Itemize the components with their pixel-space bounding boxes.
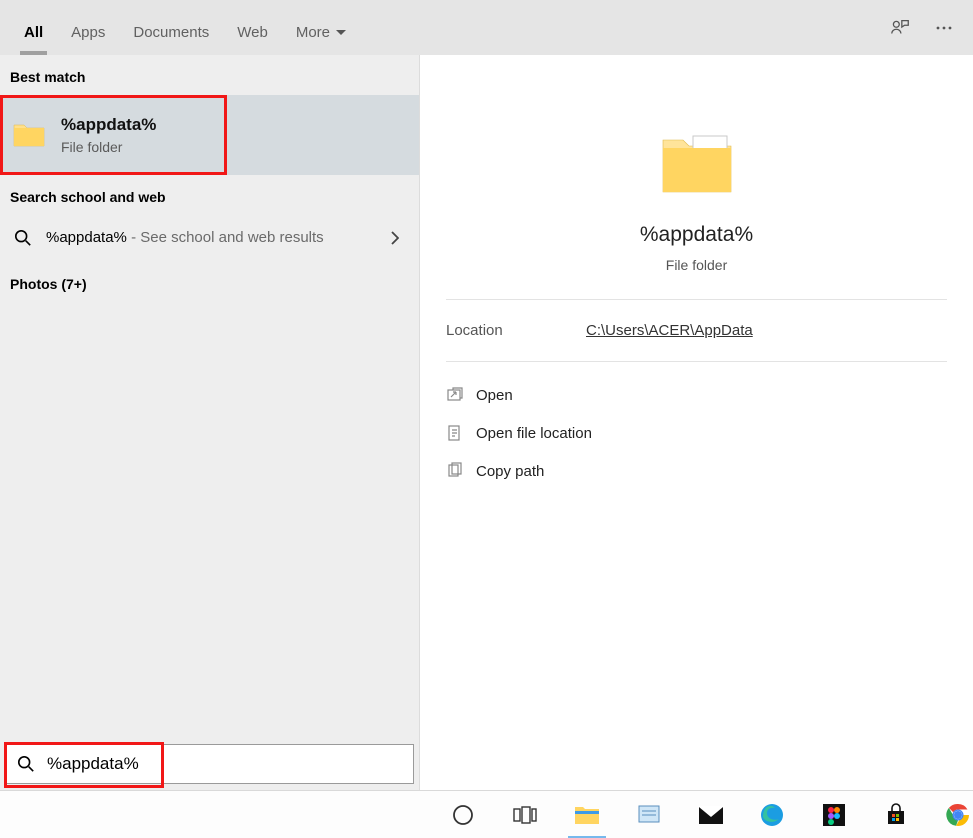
task-view-icon[interactable] [510,800,540,830]
best-match-subtitle: File folder [61,139,156,155]
feedback-icon[interactable] [889,17,911,39]
taskbar [0,790,973,838]
action-open[interactable]: Open [446,376,947,414]
search-web-label: Search school and web [0,175,419,215]
tab-web[interactable]: Web [223,0,282,55]
store-icon[interactable] [881,800,911,830]
tab-bar: All Apps Documents Web More [0,0,973,55]
search-input[interactable] [47,754,413,774]
folder-icon [9,115,49,155]
search-icon [17,755,35,773]
chrome-icon[interactable] [943,800,973,830]
search-icon [14,229,32,247]
folder-icon-large [657,125,737,205]
file-explorer-icon[interactable] [572,800,602,830]
file-location-icon [446,424,476,442]
details-subtitle: File folder [666,257,727,273]
action-copy-path[interactable]: Copy path [446,452,947,490]
action-open-location[interactable]: Open file location [446,414,947,452]
tab-more[interactable]: More [282,0,360,55]
photos-label[interactable]: Photos (7+) [0,262,419,302]
tab-apps[interactable]: Apps [57,0,119,55]
location-path[interactable]: C:\Users\ACER\AppData [586,322,753,339]
copy-icon [446,462,476,480]
chevron-right-icon [390,231,399,245]
action-copy-path-label: Copy path [476,463,544,480]
more-options-icon[interactable] [933,17,955,39]
tab-more-label: More [296,24,330,41]
action-open-label: Open [476,387,513,404]
cortana-icon[interactable] [448,800,478,830]
open-icon [446,386,476,404]
tab-documents[interactable]: Documents [119,0,223,55]
location-label: Location [446,322,586,339]
chevron-down-icon [336,30,346,36]
search-box[interactable] [6,744,414,784]
best-match-title: %appdata% [61,115,156,135]
best-match-result[interactable]: %appdata% File folder [0,95,227,175]
web-search-text: %appdata% - See school and web results [46,227,324,250]
figma-icon[interactable] [819,800,849,830]
notepad-icon[interactable] [634,800,664,830]
results-panel: Best match %appdata% File folder Sea [0,55,420,790]
best-match-label: Best match [0,55,419,95]
mail-icon[interactable] [696,800,726,830]
web-search-row[interactable]: %appdata% - See school and web results [0,215,419,262]
action-open-location-label: Open file location [476,425,592,442]
location-row: Location C:\Users\ACER\AppData [446,300,947,362]
tab-all[interactable]: All [10,0,57,55]
details-title: %appdata% [640,223,753,247]
edge-icon[interactable] [757,800,787,830]
details-panel: %appdata% File folder Location C:\Users\… [420,55,973,790]
